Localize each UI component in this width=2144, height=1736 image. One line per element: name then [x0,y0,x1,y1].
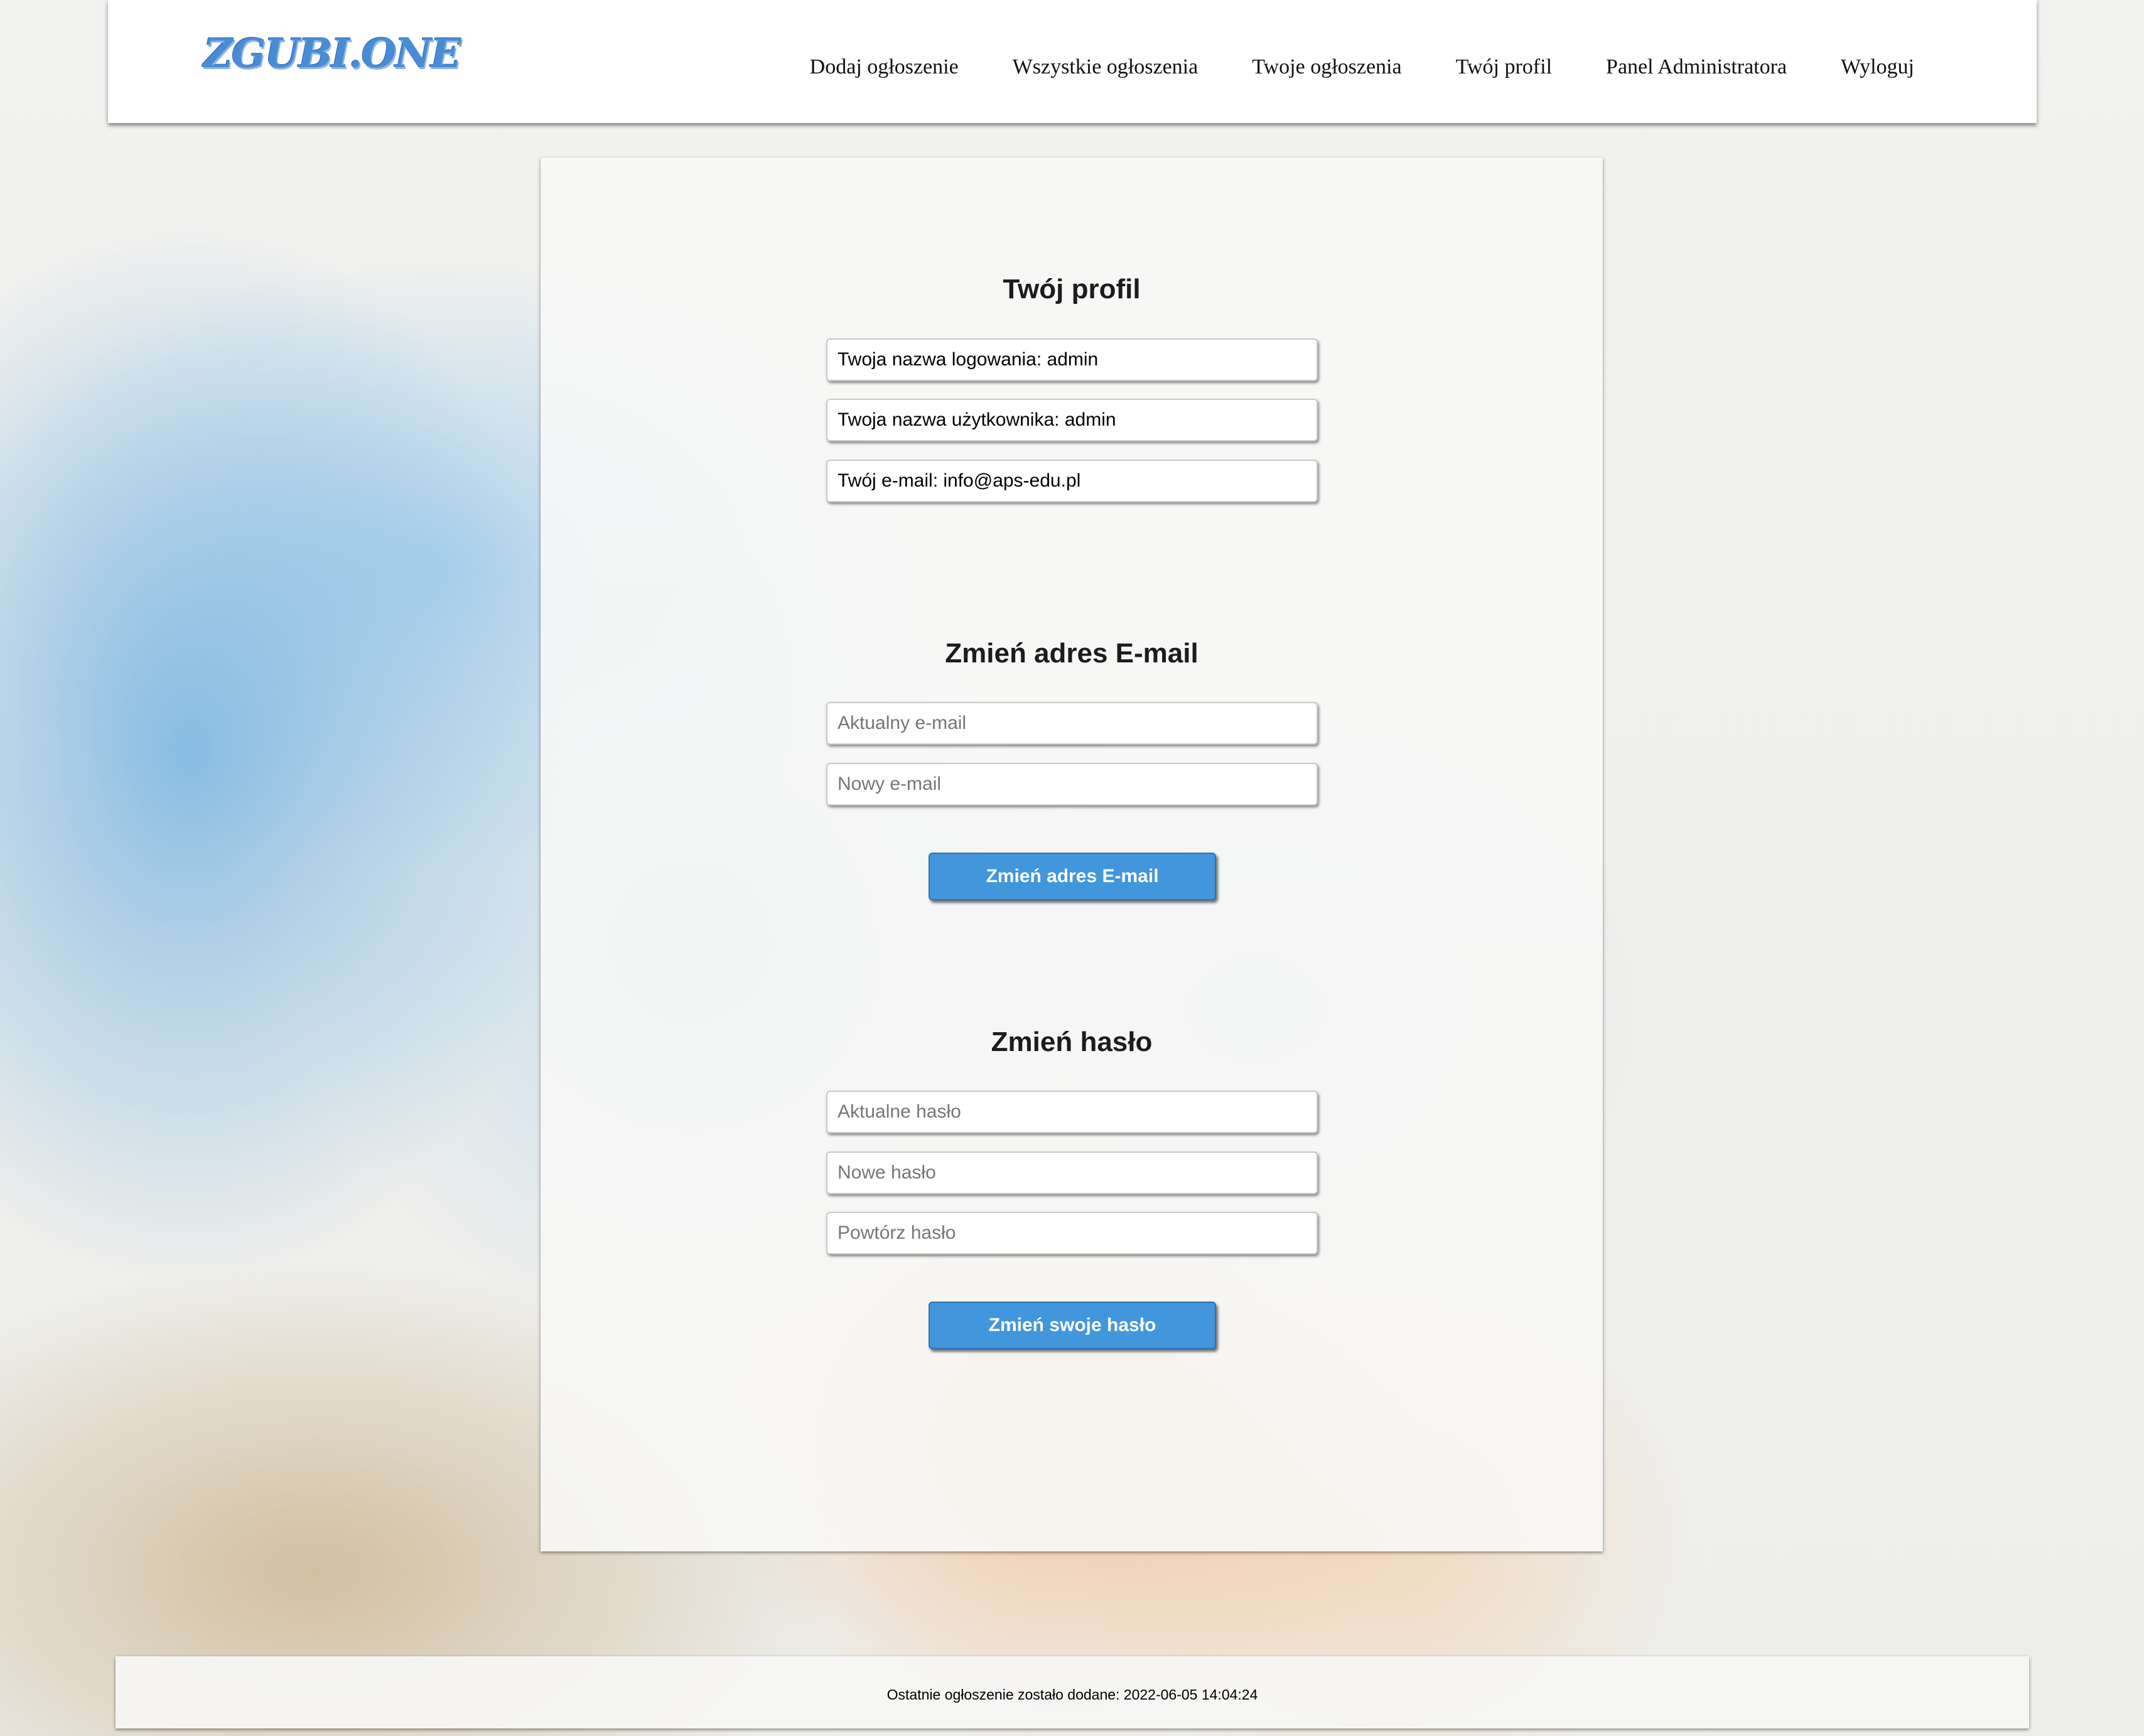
change-password-title: Zmień hasło [991,1027,1153,1057]
current-email-input[interactable] [826,702,1318,745]
nav-your-listings[interactable]: Twoje ogłoszenia [1252,55,1401,79]
nav-logout[interactable]: Wyloguj [1841,55,1914,79]
profile-section: Twój profil [541,274,1603,305]
current-password-input[interactable] [826,1091,1318,1133]
username-display: Twoja nazwa użytkownika: admin [826,399,1318,441]
profile-title: Twój profil [1003,274,1141,305]
nav-your-profile[interactable]: Twój profil [1456,55,1552,79]
last-listing-info: Ostatnie ogłoszenie zostało dodane: 2022… [886,1686,1258,1703]
change-email-button[interactable]: Zmień adres E-mail [929,853,1216,900]
site-logo[interactable]: ZGUBI.ONE [203,30,461,77]
change-email-title: Zmień adres E-mail [945,638,1199,669]
site-footer: Ostatnie ogłoszenie zostało dodane: 2022… [116,1656,2029,1728]
change-password-section: Zmień hasło [541,1027,1603,1058]
new-email-input[interactable] [826,763,1318,806]
nav-all-listings[interactable]: Wszystkie ogłoszenia [1013,55,1199,79]
change-email-section: Zmień adres E-mail [541,638,1603,669]
repeat-password-input[interactable] [826,1212,1318,1254]
profile-card: Twój profil Twoja nazwa logowania: admin… [541,158,1603,1551]
nav-admin-panel[interactable]: Panel Administratora [1606,55,1787,79]
login-name-display: Twoja nazwa logowania: admin [826,338,1318,381]
email-display: Twój e-mail: info@aps-edu.pl [826,460,1318,502]
nav-add-listing[interactable]: Dodaj ogłoszenie [810,55,959,79]
site-header: ZGUBI.ONE Dodaj ogłoszenie Wszystkie ogł… [108,0,2037,123]
main-nav: Dodaj ogłoszenie Wszystkie ogłoszenia Tw… [756,55,1914,79]
change-password-button[interactable]: Zmień swoje hasło [929,1302,1216,1349]
new-password-input[interactable] [826,1151,1318,1194]
